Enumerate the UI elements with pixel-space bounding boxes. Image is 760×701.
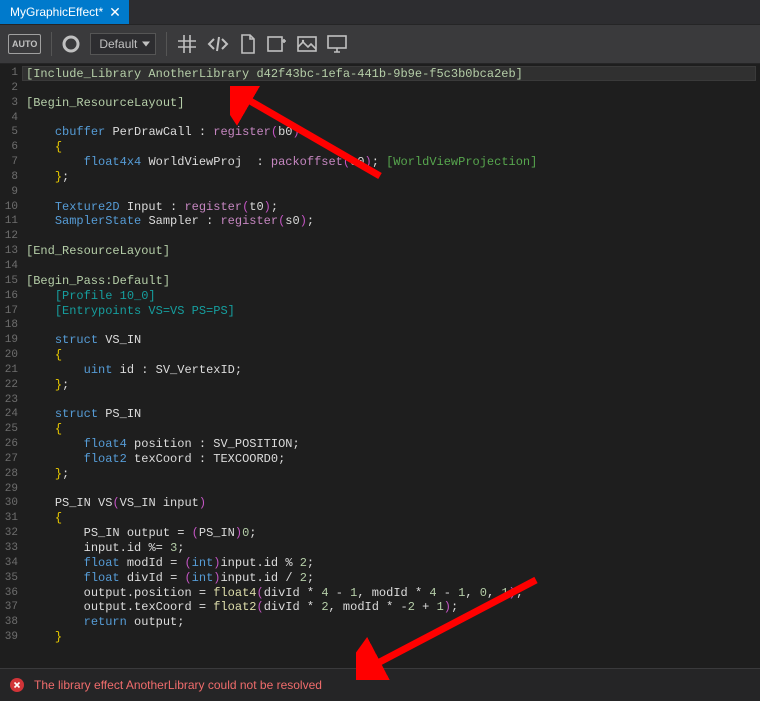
close-icon[interactable]: ✕ [109, 5, 121, 19]
gallery-add-icon[interactable] [267, 34, 287, 54]
grid-icon[interactable] [177, 34, 197, 54]
image-icon[interactable] [297, 34, 317, 54]
code-line[interactable]: PS_IN VS(VS_IN input) [26, 496, 760, 511]
code-line[interactable]: { [26, 140, 760, 155]
document-icon[interactable] [239, 34, 257, 54]
code-line[interactable]: SamplerState Sampler : register(s0); [26, 214, 760, 229]
dropdown-selected: Default [99, 37, 137, 51]
code-line[interactable] [26, 111, 760, 126]
code-line[interactable]: float4x4 WorldViewProj : packoffset(c0);… [26, 155, 760, 170]
code-line[interactable]: }; [26, 467, 760, 482]
code-line[interactable]: output.position = float4(divId * 4 - 1, … [26, 586, 760, 601]
toolbar: AUTO Default [0, 24, 760, 64]
tab-active[interactable]: MyGraphicEffect* ✕ [0, 0, 129, 24]
code-line[interactable]: Texture2D Input : register(t0); [26, 200, 760, 215]
auto-button[interactable]: AUTO [8, 34, 41, 54]
code-line[interactable]: }; [26, 170, 760, 185]
code-line[interactable]: return output; [26, 615, 760, 630]
code-line[interactable]: [Begin_Pass:Default] [26, 274, 760, 289]
code-line[interactable]: }; [26, 378, 760, 393]
code-line[interactable]: uint id : SV_VertexID; [26, 363, 760, 378]
code-line[interactable] [26, 259, 760, 274]
code-line[interactable]: output.texCoord = float2(divId * 2, modI… [26, 600, 760, 615]
code-line[interactable]: input.id %= 3; [26, 541, 760, 556]
code-line[interactable]: [Include_Library AnotherLibrary d42f43bc… [22, 66, 756, 81]
error-bar: The library effect AnotherLibrary could … [0, 668, 760, 701]
code-line[interactable]: float divId = (int)input.id / 2; [26, 571, 760, 586]
record-icon[interactable] [62, 35, 80, 53]
code-line[interactable]: float modId = (int)input.id % 2; [26, 556, 760, 571]
code-line[interactable] [26, 482, 760, 497]
line-gutter: 1234567891011121314151617181920212223242… [0, 64, 22, 668]
code-line[interactable]: struct PS_IN [26, 407, 760, 422]
code-line[interactable] [26, 229, 760, 244]
code-line[interactable]: { [26, 348, 760, 363]
code-line[interactable]: float2 texCoord : TEXCOORD0; [26, 452, 760, 467]
code-line[interactable]: PS_IN output = (PS_IN)0; [26, 526, 760, 541]
code-line[interactable]: [End_ResourceLayout] [26, 244, 760, 259]
code-line[interactable]: float4 position : SV_POSITION; [26, 437, 760, 452]
monitor-icon[interactable] [327, 35, 347, 53]
code-line[interactable] [26, 81, 760, 96]
code-area[interactable]: [Include_Library AnotherLibrary d42f43bc… [22, 64, 760, 668]
code-line[interactable] [26, 185, 760, 200]
code-line[interactable] [26, 318, 760, 333]
code-line[interactable]: [Profile 10_0] [26, 289, 760, 304]
code-line[interactable]: cbuffer PerDrawCall : register(b0) [26, 125, 760, 140]
code-line[interactable]: [Entrypoints VS=VS PS=PS] [26, 304, 760, 319]
separator [51, 32, 52, 56]
code-icon[interactable] [207, 35, 229, 53]
code-line[interactable]: struct VS_IN [26, 333, 760, 348]
pass-dropdown[interactable]: Default [90, 33, 156, 55]
error-message: The library effect AnotherLibrary could … [34, 678, 322, 692]
code-line[interactable] [26, 393, 760, 408]
error-icon [10, 678, 24, 692]
code-line[interactable]: { [26, 422, 760, 437]
tab-bar: MyGraphicEffect* ✕ [0, 0, 760, 24]
separator [166, 32, 167, 56]
tab-title: MyGraphicEffect* [10, 5, 103, 19]
code-line[interactable]: } [26, 630, 760, 645]
code-line[interactable]: { [26, 511, 760, 526]
code-line[interactable]: [Begin_ResourceLayout] [26, 96, 760, 111]
code-editor[interactable]: 1234567891011121314151617181920212223242… [0, 64, 760, 668]
